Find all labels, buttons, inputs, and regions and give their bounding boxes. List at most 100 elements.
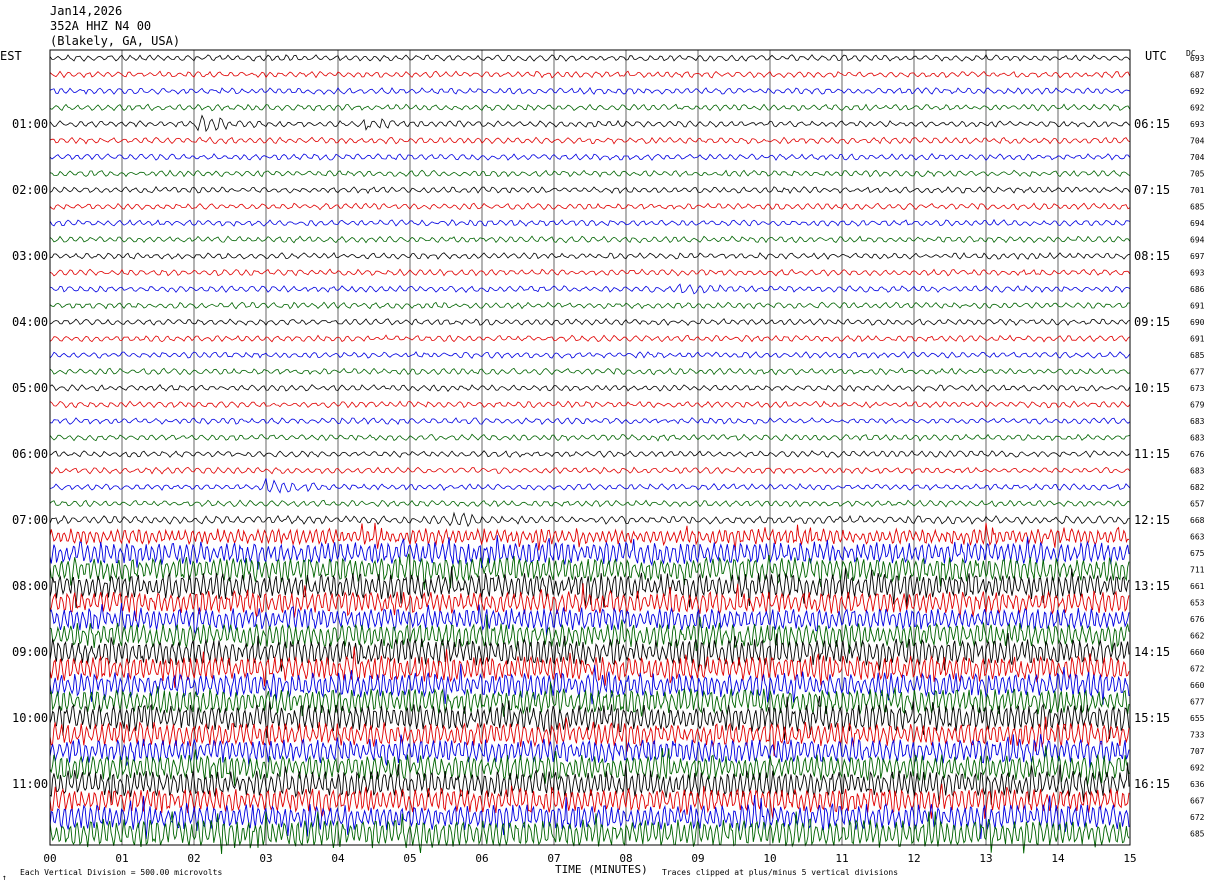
trace-line [49,251,1131,260]
dc-offset-label: 693 [1190,120,1205,129]
dc-offset-label: 679 [1190,401,1205,410]
dc-offset-label: 690 [1190,318,1205,327]
dc-offset-label: 683 [1190,434,1205,443]
trace-line [49,318,1131,326]
trace-line [49,218,1131,227]
helicorder-chart: EST UTC DC 01:0002:0003:0004:0005:0006:0… [0,49,1205,882]
trace-line [49,202,1131,211]
dc-offset-label: 653 [1190,599,1205,608]
dc-offset-label: 663 [1190,533,1205,542]
dc-offset-label: 661 [1190,582,1205,591]
trace-line [49,186,1131,195]
trace-line [49,783,1130,819]
trace-line [49,136,1131,145]
dc-offset-label: 683 [1190,417,1205,426]
left-hour-label: 05:00 [12,381,48,395]
trace-line [49,268,1131,277]
left-hour-label: 08:00 [12,579,48,593]
right-hour-labels: 06:15 07:15 08:15 09:15 10:15 11:15 12:15 13:15… [1134,117,1170,791]
dc-offset-label: 673 [1190,384,1205,393]
trace-line [50,417,1131,426]
scale-note: Each Vertical Division = 500.00 microvol… [20,868,222,877]
trace-line [49,466,1131,475]
right-hour-label: 14:15 [1134,645,1170,659]
x-tick-label: 14 [1051,852,1065,865]
dc-offset-label: 676 [1190,615,1205,624]
trace-line [49,433,1131,442]
left-hour-label: 06:00 [12,447,48,461]
dc-offset-label: 672 [1190,813,1205,822]
dc-offset-label: 687 [1190,71,1205,80]
dc-offset-label: 692 [1190,104,1205,113]
trace-line [49,70,1131,79]
left-hour-labels: 01:00 02:00 03:00 04:00 05:00 06:00 07:00 08:00… [12,117,48,791]
x-tick-label: 01 [115,852,128,865]
trace-line [49,103,1131,112]
left-hour-label: 09:00 [12,645,48,659]
x-tick-label: 02 [187,852,200,865]
right-hour-label: 06:15 [1134,117,1170,131]
trace-line [49,384,1131,392]
dc-offset-label: 677 [1190,698,1205,707]
trace-line [49,87,1131,95]
x-tick-label: 11 [835,852,848,865]
dc-offset-label: 655 [1190,714,1205,723]
left-zone-label: EST [0,49,22,63]
right-hour-label: 10:15 [1134,381,1170,395]
right-hour-label: 16:15 [1134,777,1170,791]
trace-line [49,477,1131,494]
corner-mark: ↑ [2,873,7,882]
dc-offset-label: 685 [1190,203,1205,212]
dc-offset-label: 694 [1190,219,1205,228]
trace-line [49,367,1131,376]
dc-offset-label: 683 [1190,467,1205,476]
x-tick-label: 05 [403,852,416,865]
dc-offset-label: 693 [1190,54,1205,63]
dc-offset-label: 707 [1190,747,1205,756]
dc-offset-label: 704 [1190,137,1205,146]
x-tick-label: 03 [259,852,272,865]
trace-line [49,235,1131,244]
dc-offset-label: 682 [1190,483,1205,492]
dc-offset-label: 667 [1190,797,1205,806]
right-hour-label: 15:15 [1134,711,1170,725]
dc-offset-label: 657 [1190,500,1205,509]
trace-line [49,351,1131,359]
dc-offset-label: 694 [1190,236,1205,245]
dc-offset-label: 691 [1190,302,1205,311]
left-hour-label: 03:00 [12,249,48,263]
dc-offset-label: 675 [1190,549,1205,558]
dc-offset-label: 685 [1190,351,1205,360]
trace-line [49,114,1131,133]
dc-offset-label: 697 [1190,252,1205,261]
trace-line [49,54,1131,62]
dc-offset-label: 685 [1190,830,1205,839]
dc-offset-label: 733 [1190,731,1205,740]
x-tick-label: 09 [691,852,704,865]
dc-offset-label: 692 [1190,764,1205,773]
trace-line [49,169,1131,178]
dc-offset-label: 701 [1190,186,1205,195]
dc-offset-label: 711 [1190,566,1205,575]
x-axis-label: TIME (MINUTES) [555,863,648,876]
dc-offset-label: 662 [1190,632,1205,641]
clip-note: Traces clipped at plus/minus 5 vertical … [662,868,898,877]
x-tick-label: 12 [907,852,920,865]
left-hour-label: 11:00 [12,777,48,791]
trace-line [49,499,1131,508]
x-tick-label: 15 [1123,852,1136,865]
dc-offset-label: 693 [1190,269,1205,278]
dc-offset-label: 705 [1190,170,1205,179]
right-hour-label: 08:15 [1134,249,1170,263]
trace-line [49,153,1131,161]
x-tick-label: 10 [763,852,776,865]
dc-offset-label: 636 [1190,780,1205,789]
trace-layer [49,54,1131,855]
right-zone-label: UTC [1145,49,1167,63]
grid-layer [121,50,1059,845]
dc-offset-label: 660 [1190,648,1205,657]
dc-offset-label: 704 [1190,153,1205,162]
trace-line [49,334,1131,343]
dc-offset-label: 668 [1190,516,1205,525]
x-tick-label: 13 [979,852,992,865]
